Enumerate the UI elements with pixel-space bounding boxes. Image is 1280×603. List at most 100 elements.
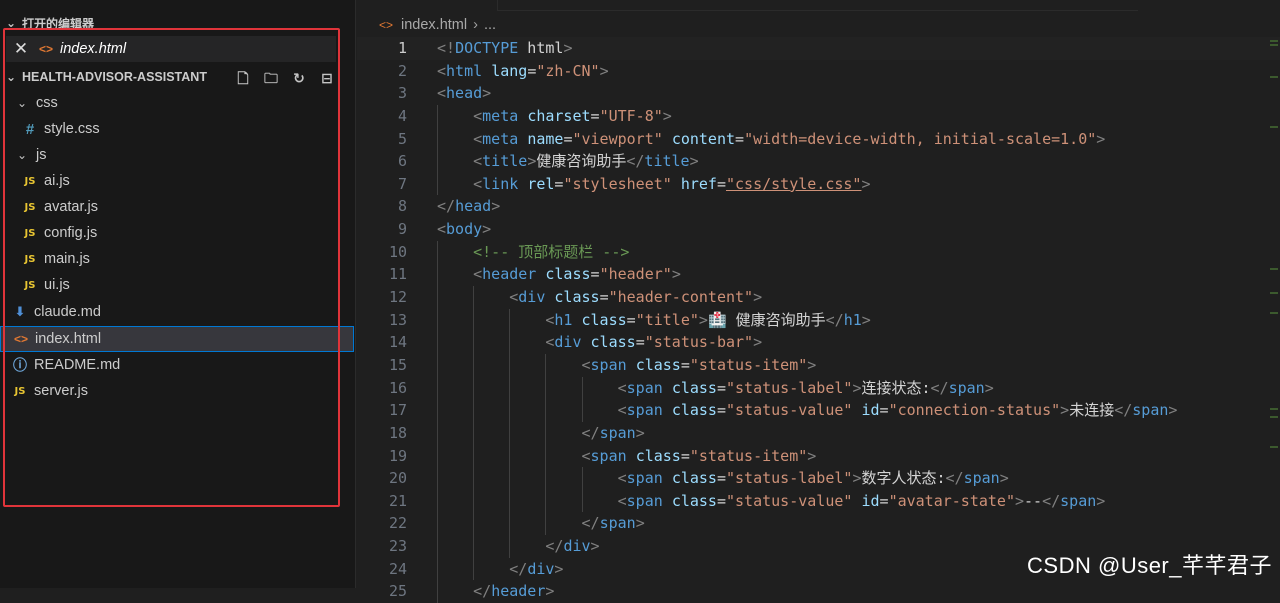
code-line[interactable]: 5 <meta name="viewport" content="width=d…: [357, 127, 1280, 151]
tree-file-main-js[interactable]: JS main.js: [0, 246, 354, 272]
tree-file-server-js[interactable]: JS server.js: [0, 378, 354, 404]
code-text: <span class="status-value" id="connectio…: [437, 399, 1177, 422]
code-line[interactable]: 15 <span class="status-item">: [357, 353, 1280, 377]
line-number: 24: [388, 559, 407, 578]
new-folder-icon[interactable]: 🗀: [262, 69, 280, 87]
info-icon: ⓘ: [13, 357, 27, 373]
code-line[interactable]: 22 </span>: [357, 512, 1280, 536]
code-text: <span class="status-label">连接状态:</span>: [437, 376, 994, 400]
tree-file-readme-md[interactable]: ⓘ README.md: [0, 352, 354, 378]
code-line[interactable]: 2 <html lang="zh-CN">: [357, 60, 1280, 83]
workspace-folder-title: HEALTH-ADVISOR-ASSISTANT: [22, 70, 207, 84]
line-number: 4: [397, 106, 407, 125]
refresh-icon[interactable]: ↻: [290, 69, 308, 87]
breadcrumb-file[interactable]: index.html: [401, 17, 467, 33]
tree-file-style-css[interactable]: # style.css: [0, 116, 354, 142]
line-number: 2: [397, 61, 407, 80]
tree-folder-css[interactable]: ⌄ css: [0, 90, 354, 116]
js-file-icon: JS: [24, 201, 36, 213]
code-text: <head>: [437, 84, 492, 103]
js-file-icon: JS: [24, 175, 36, 187]
explorer-sidebar: ⌄ 打开的编辑器 ✕ <> index.html ⌄ HEALTH-ADVISO…: [0, 0, 356, 588]
line-number: 17: [388, 401, 407, 420]
line-number: 18: [388, 423, 407, 442]
code-editor[interactable]: <> index.html › ... 1 <!DOCTYPE html> 2 <ht…: [357, 0, 1280, 603]
code-line[interactable]: 25 </header>: [357, 580, 1280, 603]
breadcrumb: <> index.html › ...: [379, 14, 496, 36]
code-text: <!-- 顶部标题栏 -->: [437, 240, 629, 264]
tree-file-avatar-js[interactable]: JS avatar.js: [0, 194, 354, 220]
code-text: </header>: [437, 580, 554, 603]
tree-file-claude-md[interactable]: ⬇ claude.md: [0, 299, 354, 325]
code-line[interactable]: 17 <span class="status-value" id="connec…: [357, 399, 1280, 422]
tree-item-label: ui.js: [44, 277, 70, 293]
line-number: 20: [388, 469, 407, 488]
minimap[interactable]: [1268, 36, 1280, 456]
line-number: 8: [397, 197, 407, 216]
code-text: </div>: [437, 535, 600, 558]
line-number: 15: [388, 355, 407, 374]
html-file-icon: <>: [13, 332, 28, 346]
tree-file-index-html[interactable]: <> index.html: [0, 326, 354, 352]
chevron-down-icon: ⌄: [16, 96, 28, 110]
code-line[interactable]: 21 <span class="status-value" id="avatar…: [357, 489, 1280, 513]
close-icon[interactable]: ✕: [12, 39, 30, 59]
new-file-icon[interactable]: 🗋: [234, 69, 252, 87]
line-number: 23: [388, 537, 407, 556]
open-editors-header[interactable]: ⌄ 打开的编辑器: [0, 12, 356, 34]
code-area[interactable]: 1 <!DOCTYPE html> 2 <html lang="zh-CN"> 3 <he…: [357, 37, 1280, 603]
code-line[interactable]: 16 <span class="status-label">连接状态:</spa…: [357, 376, 1280, 400]
watermark: CSDN @User_芊芊君子: [1027, 553, 1272, 578]
code-line[interactable]: 6 <title>健康咨询助手</title>: [357, 150, 1280, 173]
tree-item-label: main.js: [44, 251, 90, 267]
chevron-down-icon: ⌄: [5, 16, 17, 30]
open-editor-label: index.html: [60, 41, 127, 57]
tree-item-label: ai.js: [44, 173, 70, 189]
tree-file-ai-js[interactable]: JS ai.js: [0, 168, 354, 194]
tab-strip-border: [497, 0, 1138, 11]
code-line[interactable]: 19 <span class="status-item">: [357, 444, 1280, 468]
line-number: 19: [388, 446, 407, 465]
tree-item-label: style.css: [44, 121, 100, 137]
line-number: 9: [397, 220, 407, 239]
code-text: </head>: [437, 197, 501, 216]
markdown-download-icon: ⬇: [14, 304, 26, 319]
line-number: 10: [388, 242, 407, 261]
line-number: 21: [388, 491, 407, 510]
tree-item-label: claude.md: [34, 304, 101, 320]
code-text: <!DOCTYPE html>: [437, 39, 573, 57]
code-line[interactable]: 14 <div class="status-bar">: [357, 331, 1280, 354]
code-line[interactable]: 20 <span class="status-label">数字人状态:</sp…: [357, 467, 1280, 490]
code-line[interactable]: 13 <h1 class="title">🏥 健康咨询助手</h1>: [357, 308, 1280, 332]
html-file-icon: <>: [379, 18, 394, 32]
code-text: </div>: [437, 557, 563, 581]
code-line[interactable]: 4 <meta charset="UTF-8">: [357, 104, 1280, 128]
tree-file-ui-js[interactable]: JS ui.js: [0, 272, 354, 298]
js-file-icon: JS: [24, 227, 36, 239]
code-text: </span>: [437, 512, 645, 536]
js-file-icon: JS: [24, 253, 36, 265]
tree-item-label: js: [36, 147, 47, 163]
line-number: 14: [388, 333, 407, 352]
code-line[interactable]: 3 <head>: [357, 82, 1280, 105]
code-line[interactable]: 18 </span>: [357, 421, 1280, 445]
code-line[interactable]: 9 <body>: [357, 218, 1280, 241]
code-line[interactable]: 11 <header class="header">: [357, 263, 1280, 287]
code-text: <html lang="zh-CN">: [437, 61, 609, 80]
workspace-folder-header[interactable]: ⌄ HEALTH-ADVISOR-ASSISTANT 🗋 🗀 ↻ ⊟: [0, 64, 354, 90]
line-number: 25: [388, 582, 407, 601]
open-editor-item[interactable]: ✕ <> index.html: [6, 36, 336, 62]
breadcrumb-more[interactable]: ...: [484, 17, 496, 33]
line-number: 5: [397, 129, 407, 148]
code-line[interactable]: 7 <link rel="stylesheet" href="css/style…: [357, 172, 1280, 196]
code-line[interactable]: 1 <!DOCTYPE html>: [357, 37, 1280, 60]
collapse-all-icon[interactable]: ⊟: [318, 69, 336, 87]
tree-item-label: server.js: [34, 383, 88, 399]
tree-folder-js[interactable]: ⌄ js: [0, 142, 354, 168]
code-text: <link rel="stylesheet" href="css/style.c…: [437, 172, 871, 196]
code-line[interactable]: 8 </head>: [357, 195, 1280, 218]
code-line[interactable]: 12 <div class="header-content">: [357, 286, 1280, 309]
code-line[interactable]: 10 <!-- 顶部标题栏 -->: [357, 240, 1280, 264]
tree-file-config-js[interactable]: JS config.js: [0, 220, 354, 246]
line-number: 3: [397, 84, 407, 103]
